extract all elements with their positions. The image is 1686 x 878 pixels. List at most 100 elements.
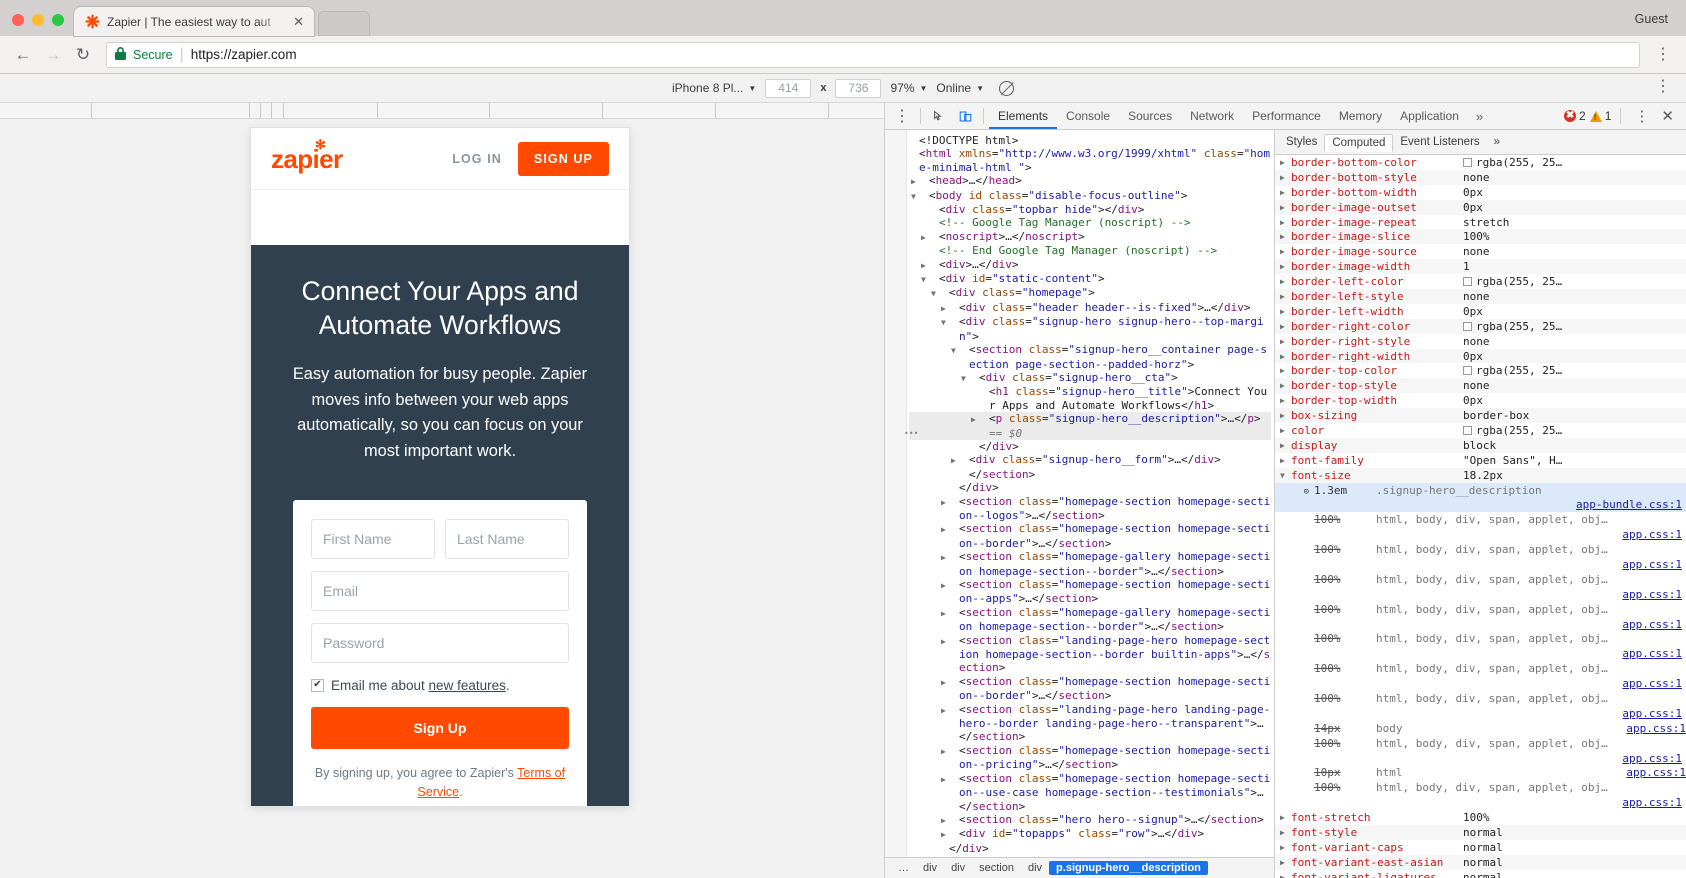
matched-css-rule[interactable]: 100% html, body, div, span, applet, obj… <box>1275 736 1686 751</box>
tab-performance[interactable]: Performance <box>1243 103 1330 129</box>
tab-styles[interactable]: Styles <box>1279 134 1324 150</box>
css-source-link-row[interactable]: app.css:1 <box>1275 706 1686 721</box>
dom-node[interactable]: ▶ <noscript>…</noscript> <box>909 230 1271 244</box>
css-source-link-row[interactable]: app.css:1 <box>1275 751 1686 766</box>
computed-property-row[interactable]: ▶ border-right-style none <box>1275 334 1686 349</box>
back-button[interactable]: ← <box>10 42 36 68</box>
matched-css-rule[interactable]: 100% html, body, div, span, applet, obj… <box>1275 632 1686 647</box>
css-source-link[interactable]: app-bundle.css:1 <box>1576 498 1682 511</box>
tab-sources[interactable]: Sources <box>1119 103 1181 129</box>
breadcrumb-item[interactable]: p.signup-hero__description <box>1049 861 1208 875</box>
computed-property-row[interactable]: ▶ border-bottom-color rgba(255, 25… <box>1275 155 1686 170</box>
css-source-link-row[interactable]: app.css:1 <box>1275 527 1686 542</box>
disclosure-triangle-icon[interactable]: ▶ <box>1280 322 1291 331</box>
disclosure-triangle-icon[interactable]: ▶ <box>941 676 959 689</box>
disclosure-triangle-icon[interactable]: ▶ <box>1280 396 1291 405</box>
dom-node[interactable]: ▼ <section class="signup-hero__container … <box>909 343 1271 371</box>
dom-node[interactable]: <html xmlns="http://www.w3.org/1999/xhtm… <box>909 147 1271 174</box>
computed-property-row[interactable]: ▶ border-bottom-width 0px <box>1275 185 1686 200</box>
css-source-link[interactable]: app.css:1 <box>1622 796 1682 809</box>
matched-css-rule[interactable]: 100% html, body, div, span, applet, obj… <box>1275 691 1686 706</box>
css-source-link[interactable]: app.css:1 <box>1626 766 1686 779</box>
computed-property-row[interactable]: ▶ border-top-width 0px <box>1275 393 1686 408</box>
dom-node[interactable]: <!-- End of .homepage --> <box>909 855 1271 857</box>
throttling-select[interactable]: Online ▼ <box>936 81 984 95</box>
disclosure-triangle-icon[interactable]: ▶ <box>1280 366 1291 375</box>
css-source-link[interactable]: app.css:1 <box>1626 722 1686 735</box>
close-devtools-button[interactable]: ✕ <box>1657 107 1678 125</box>
disclosure-triangle-icon[interactable]: ▶ <box>1280 277 1291 286</box>
disclosure-triangle-icon[interactable]: ▶ <box>941 302 959 315</box>
computed-property-row[interactable]: ▶ border-image-source none <box>1275 244 1686 259</box>
password-input[interactable]: Password <box>311 622 569 663</box>
dom-node[interactable]: <h1 class="signup-hero__title">Connect Y… <box>909 385 1271 412</box>
computed-properties-list[interactable]: ▶ border-bottom-color rgba(255, 25… ▶ border… <box>1275 155 1686 878</box>
color-swatch[interactable] <box>1463 321 1472 331</box>
signup-submit-button[interactable]: Sign Up <box>311 706 569 749</box>
url-text[interactable]: https://zapier.com <box>191 47 297 62</box>
disclosure-triangle-icon[interactable]: ▶ <box>1280 858 1291 867</box>
tab-event-listeners[interactable]: Event Listeners <box>1393 134 1486 150</box>
dom-node[interactable]: ▼ <div class="homepage"> <box>909 286 1271 300</box>
computed-property-row[interactable]: ▶ border-top-color rgba(255, 25… <box>1275 363 1686 378</box>
disclosure-triangle-icon[interactable]: ▶ <box>1280 426 1291 435</box>
computed-property-row[interactable]: ▶ border-image-slice 100% <box>1275 229 1686 245</box>
dom-node[interactable]: ▼ <div id="static-content"> <box>909 272 1271 286</box>
computed-property-row[interactable]: ▶ border-right-color rgba(255, 25… <box>1275 318 1686 334</box>
disclosure-triangle-icon[interactable]: ▶ <box>1280 307 1291 316</box>
reload-button[interactable]: ↻ <box>70 42 96 68</box>
dom-node[interactable]: </div> <box>909 481 1271 494</box>
window-controls[interactable] <box>0 14 74 36</box>
disclosure-triangle-icon[interactable]: ▶ <box>1280 352 1291 361</box>
matched-css-rule[interactable]: ⊙ 1.3em .signup-hero__description <box>1275 482 1686 498</box>
zapier-logo[interactable]: zapier ✻ <box>271 138 343 172</box>
css-source-link-row[interactable]: app.css:1 <box>1275 557 1686 572</box>
sign-up-button[interactable]: SIGN UP <box>517 141 609 176</box>
matched-css-rule[interactable]: 100% html, body, div, span, applet, obj… <box>1275 602 1686 617</box>
css-source-link[interactable]: app.css:1 <box>1622 707 1682 720</box>
computed-property-row[interactable]: ▼ font-size 18.2px <box>1275 467 1686 483</box>
disclosure-triangle-icon[interactable]: ▼ <box>951 344 969 357</box>
disclosure-triangle-icon[interactable]: ▶ <box>941 635 959 648</box>
disclosure-triangle-icon[interactable]: ▶ <box>1280 813 1291 822</box>
close-window-button[interactable] <box>12 14 24 26</box>
newsletter-checkbox[interactable]: ✔ <box>311 678 324 692</box>
css-source-link-row[interactable]: app-bundle.css:1 <box>1275 497 1686 513</box>
breadcrumb-item[interactable]: section <box>972 861 1021 875</box>
tab-network[interactable]: Network <box>1181 103 1243 129</box>
disclosure-triangle-icon[interactable]: ▶ <box>1280 456 1291 465</box>
disclosure-triangle-icon[interactable]: ▶ <box>1280 173 1291 182</box>
dom-node[interactable]: ▼ <body id class="disable-focus-outline"> <box>909 189 1271 203</box>
dom-tree[interactable]: <!DOCTYPE html> <html xmlns="http://www.w… <box>885 134 1274 857</box>
computed-property-row[interactable]: ▶ border-image-outset 0px <box>1275 199 1686 215</box>
new-features-link[interactable]: new features <box>429 678 506 693</box>
disclosure-triangle-icon[interactable]: ▶ <box>1280 188 1291 197</box>
disclosure-triangle-icon[interactable]: ▶ <box>941 773 959 786</box>
dom-node[interactable]: ▶ <section class="homepage-section homepa… <box>909 578 1271 606</box>
disclosure-triangle-icon[interactable]: ▶ <box>1280 337 1291 346</box>
color-swatch[interactable] <box>1463 366 1472 376</box>
matched-css-rule[interactable]: 14px body app.css:1 <box>1275 721 1686 736</box>
computed-property-row[interactable]: ▶ font-stretch 100% <box>1275 810 1686 825</box>
browser-tab[interactable]: Zapier | The easiest way to aut ✕ <box>74 7 314 36</box>
computed-property-row[interactable]: ▶ font-variant-east-asian normal <box>1275 854 1686 870</box>
first-name-input[interactable]: First Name <box>311 518 435 559</box>
disclosure-triangle-icon[interactable]: ▶ <box>1280 828 1291 837</box>
css-source-link[interactable]: app.css:1 <box>1622 752 1682 765</box>
dom-node[interactable]: <div class="topbar hide"></div> <box>909 203 1271 216</box>
device-select[interactable]: iPhone 8 Pl... ▼ <box>672 81 756 95</box>
disclosure-triangle-icon[interactable]: ▶ <box>921 231 939 244</box>
disclosure-triangle-icon[interactable]: ▶ <box>941 814 959 827</box>
dom-node[interactable]: <!DOCTYPE html> <box>909 134 1271 147</box>
dom-tree-scroll[interactable]: <!DOCTYPE html> <html xmlns="http://www.w… <box>885 130 1274 857</box>
maximize-window-button[interactable] <box>52 14 64 26</box>
dom-node[interactable]: ▶ <section class="homepage-gallery homepa… <box>909 606 1271 634</box>
computed-property-row[interactable]: ▶ border-image-width 1 <box>1275 259 1686 275</box>
computed-property-row[interactable]: ▶ color rgba(255, 25… <box>1275 423 1686 438</box>
css-source-link[interactable]: app.css:1 <box>1622 647 1682 660</box>
dom-node[interactable]: ▼ <div class="signup-hero signup-hero--to… <box>909 315 1271 343</box>
disclosure-triangle-icon[interactable]: ▶ <box>951 454 969 467</box>
computed-property-row[interactable]: ▶ border-left-color rgba(255, 25… <box>1275 274 1686 289</box>
dom-node[interactable]: ▶ <section class="homepage-section homepa… <box>909 522 1271 550</box>
dom-node[interactable]: ▶ <head>…</head> <box>909 174 1271 188</box>
